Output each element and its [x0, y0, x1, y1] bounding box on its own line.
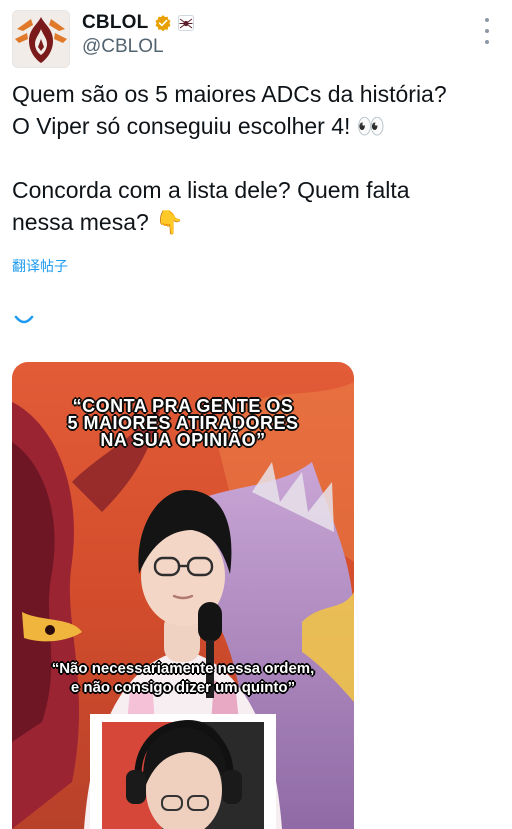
tweet-text: Quem são os 5 maiores ADCs da história? …: [12, 81, 447, 235]
cblol-logo-icon: [15, 17, 67, 63]
spider-affiliate-icon[interactable]: [178, 15, 195, 31]
translate-post-link[interactable]: 翻译帖子: [12, 256, 68, 276]
loading-spinner-icon: [14, 315, 34, 324]
display-name[interactable]: CBLOL: [82, 12, 148, 34]
more-vertical-icon[interactable]: [478, 18, 496, 44]
account-name-row: CBLOL: [82, 12, 195, 34]
video-frame-illustration: [12, 362, 354, 829]
gold-verified-badge-icon[interactable]: [154, 14, 172, 32]
avatar[interactable]: [12, 10, 70, 68]
tweet-media-image[interactable]: “CONTA PRA GENTE OS 5 MAIORES ATIRADORES…: [12, 362, 354, 829]
account-handle[interactable]: @CBLOL: [82, 36, 164, 58]
